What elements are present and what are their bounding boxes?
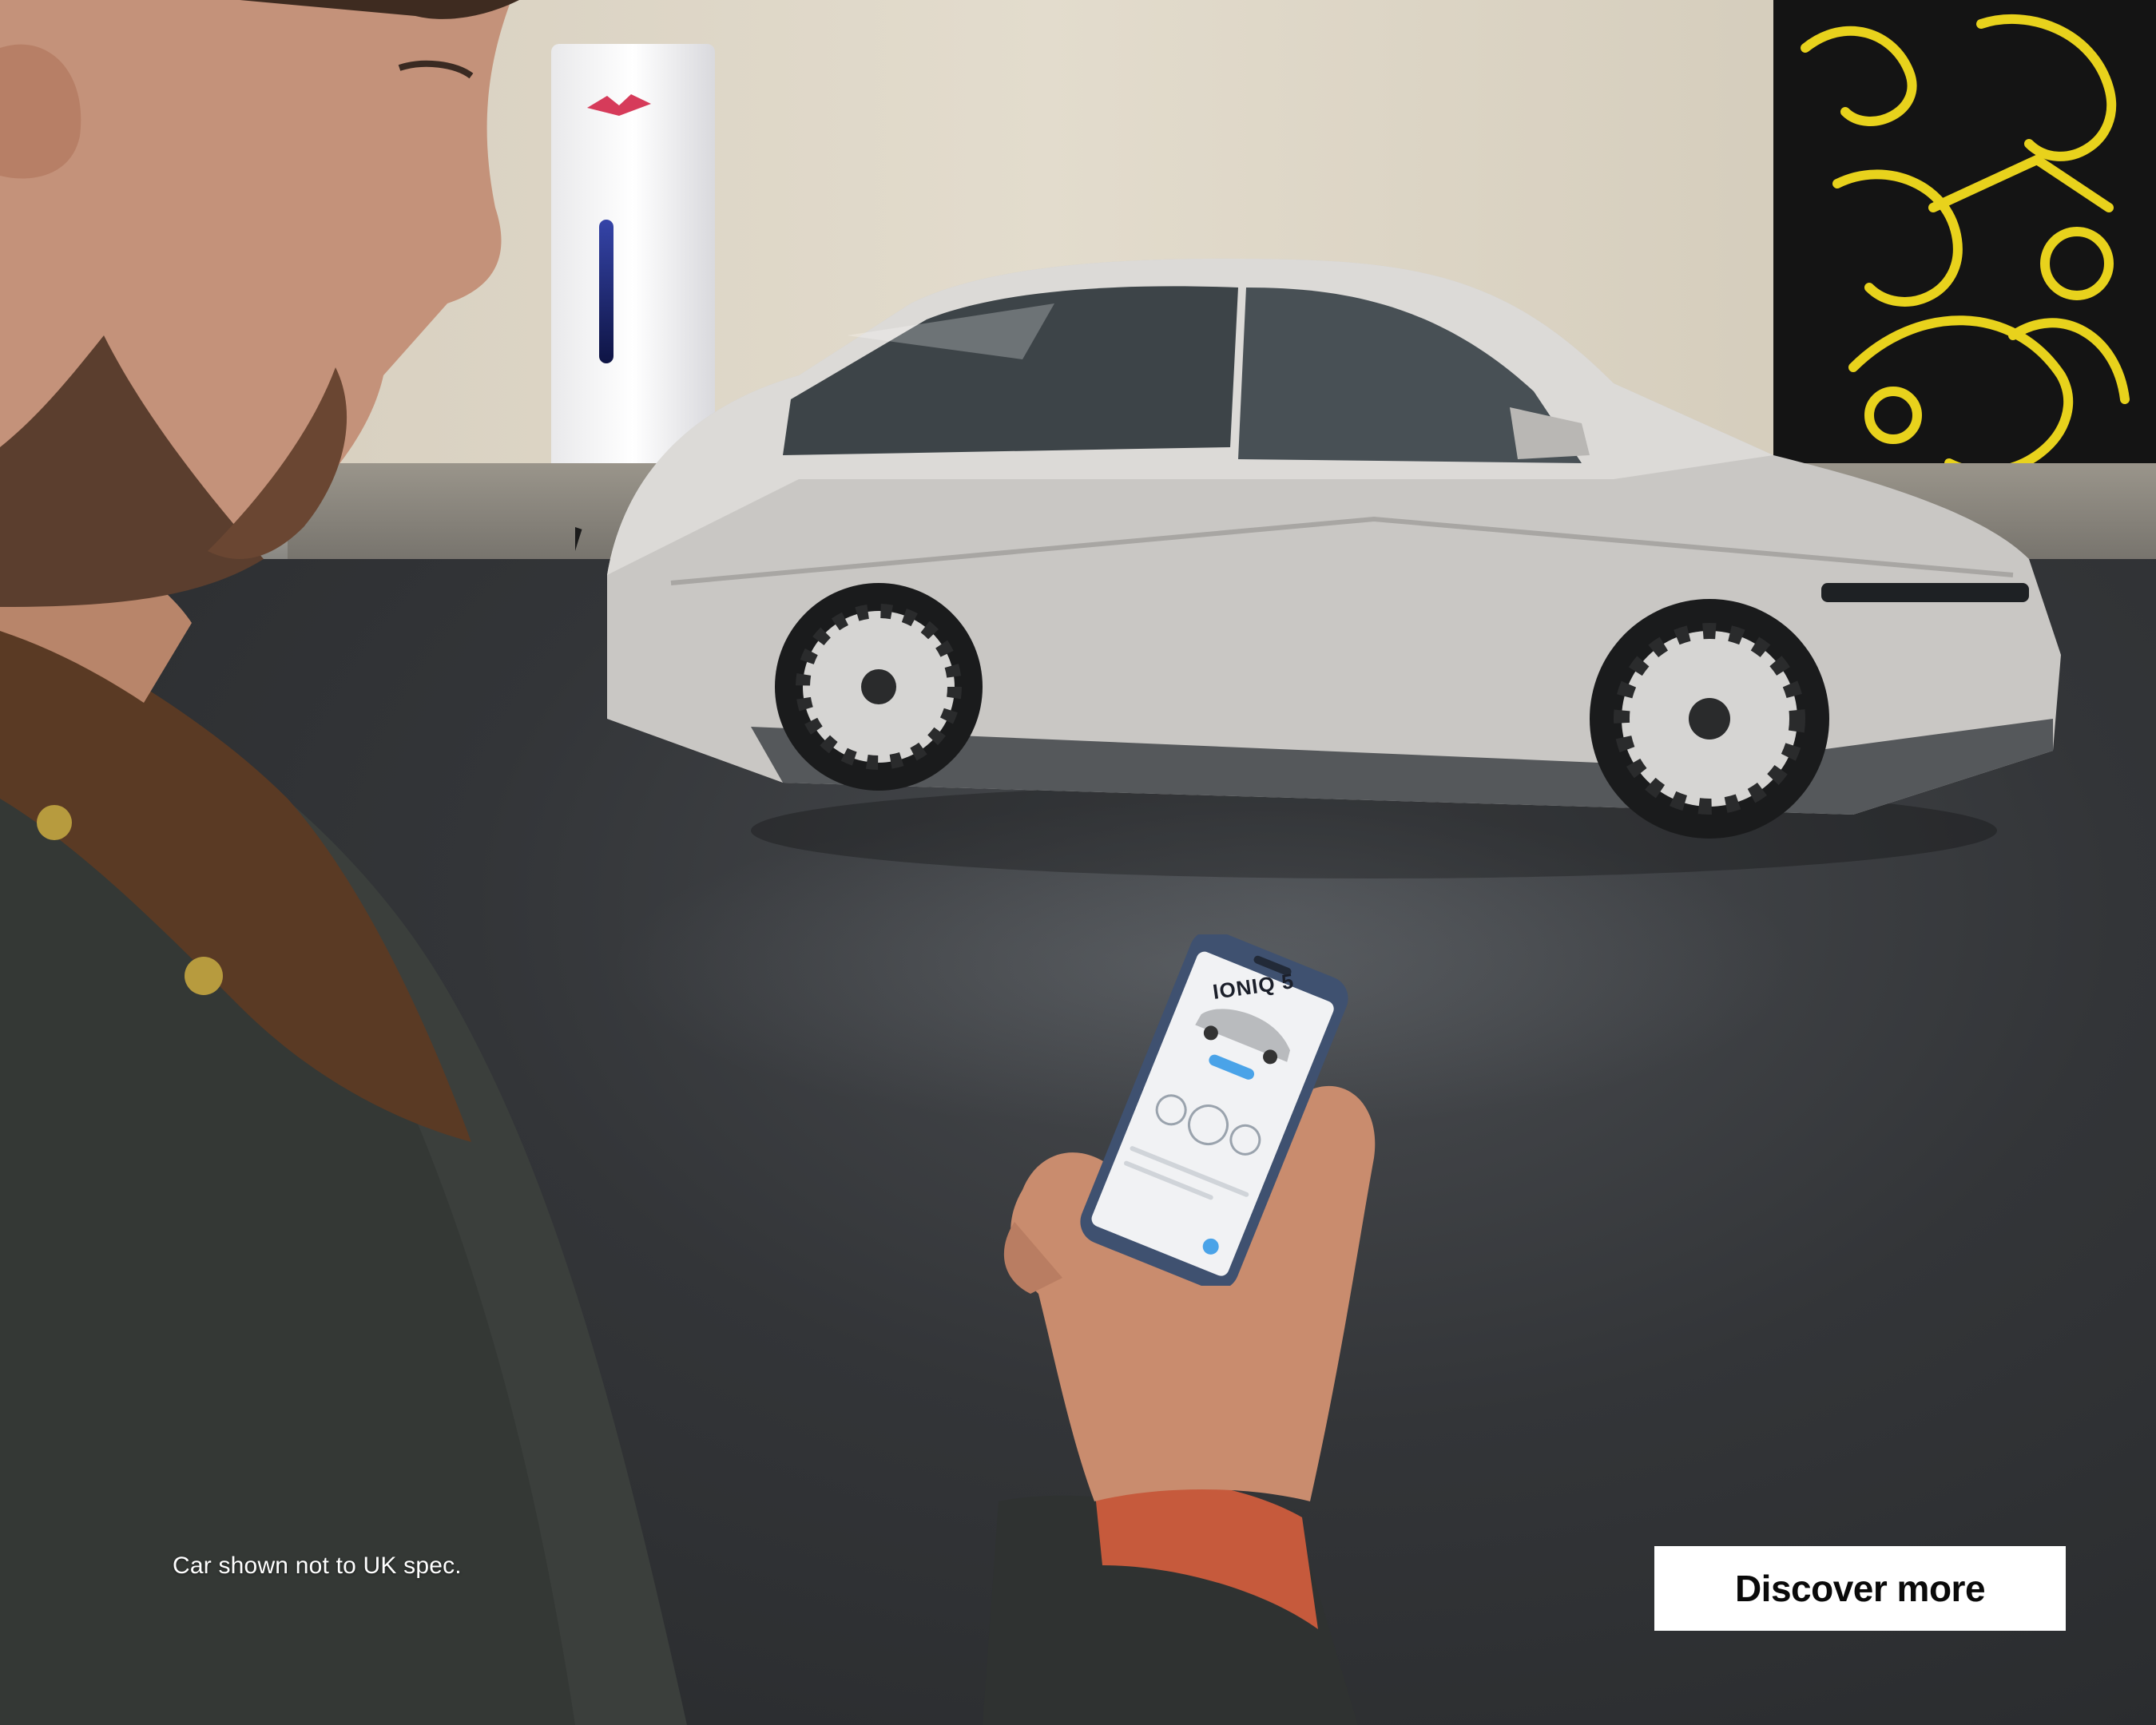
disclaimer-text: Car shown not to UK spec. xyxy=(173,1552,462,1579)
person-image xyxy=(0,0,1398,1725)
hero-banner: IONIQ 5 Car shown not to UK spec. Discov… xyxy=(0,0,2156,1725)
discover-more-button[interactable]: Discover more xyxy=(1654,1546,2066,1631)
